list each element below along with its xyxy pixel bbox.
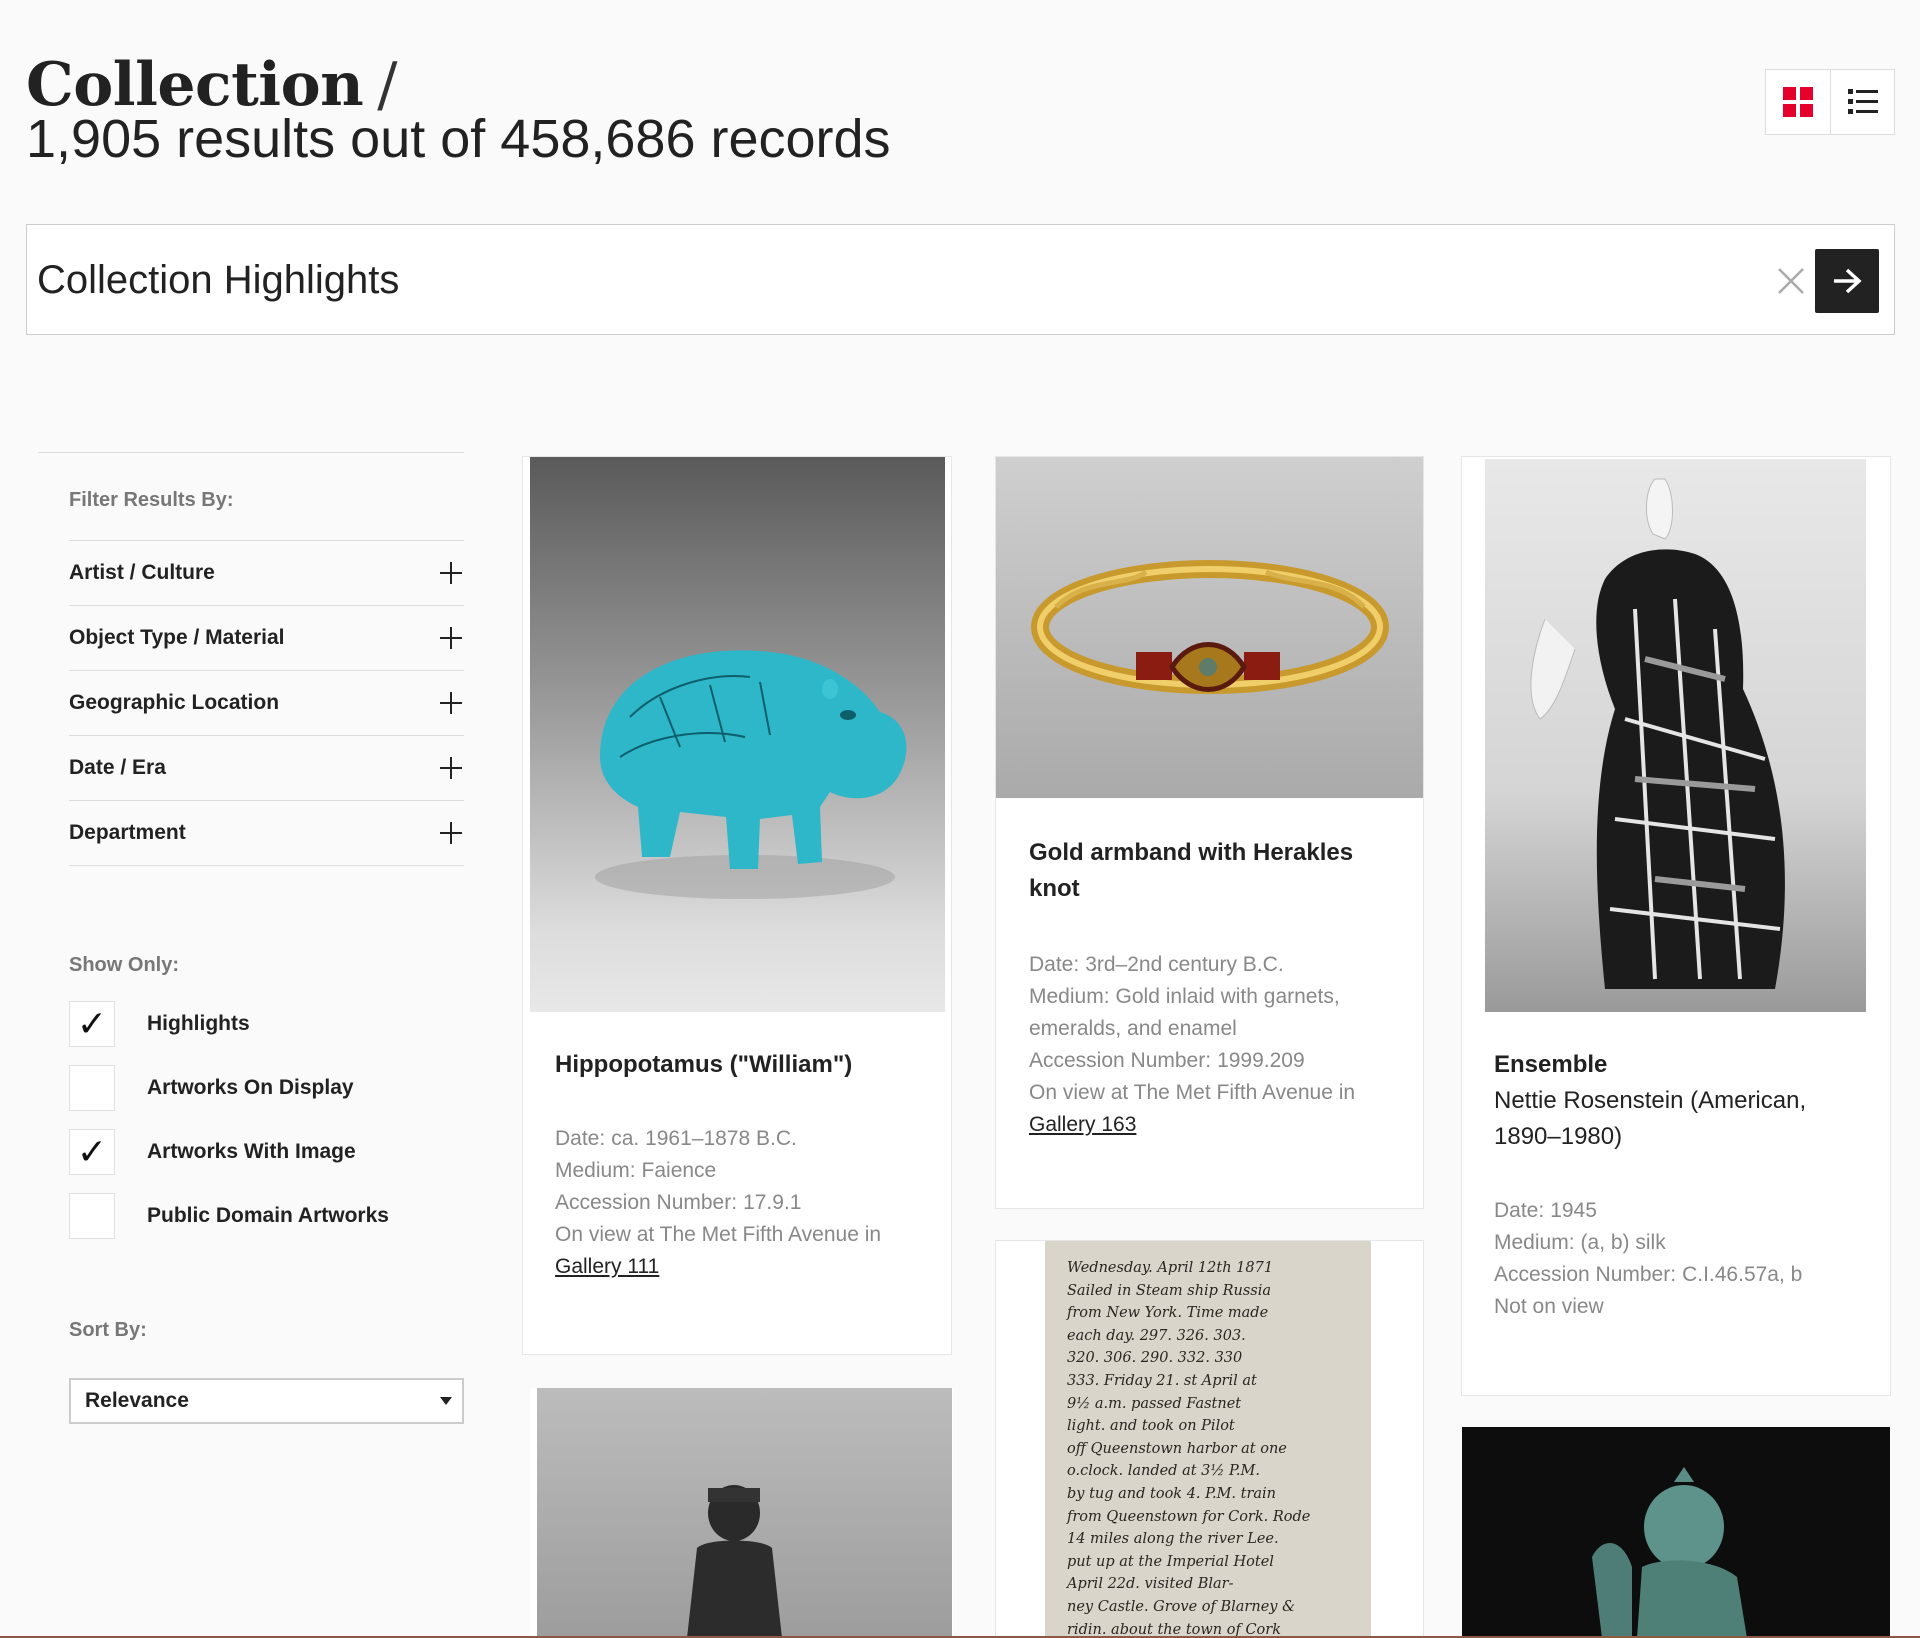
grid-view-button[interactable] [1766,70,1830,134]
clear-search-button[interactable] [1767,257,1815,305]
result-card[interactable] [530,1388,953,1638]
filter-artist-culture[interactable]: Artist / Culture [69,541,464,606]
plus-icon [440,757,462,779]
filter-list: Artist / Culture Object Type / Material … [69,540,464,866]
option-on-display: Artworks On Display [69,1065,464,1111]
filter-geographic-location[interactable]: Geographic Location [69,671,464,736]
highlights-checkbox[interactable]: ✓ [69,1001,115,1047]
check-label[interactable]: Highlights [147,1012,250,1036]
artwork-image[interactable] [1462,1427,1890,1638]
meta-accession: Accession Number: 1999.209 [1029,1049,1305,1072]
public-domain-checkbox[interactable] [69,1193,115,1239]
artwork-image[interactable] [996,457,1423,798]
filter-label: Department [69,821,186,844]
close-icon [1778,268,1804,294]
on-display-checkbox[interactable] [69,1065,115,1111]
filter-object-type[interactable]: Object Type / Material [69,606,464,671]
search-submit-button[interactable] [1815,249,1879,313]
search-box [26,224,1895,335]
filter-sidebar: Filter Results By: Artist / Culture Obje… [38,452,464,1424]
option-with-image: ✓ Artworks With Image [69,1129,464,1175]
meta-date: Date: 3rd–2nd century B.C. [1029,953,1284,976]
result-card[interactable]: Gold armband with Herakles knot Date: 3rd… [995,456,1424,1209]
show-only-heading: Show Only: [69,954,179,976]
sort-heading: Sort By: [69,1319,147,1341]
artwork-title[interactable]: Hippopotamus ("William") [555,1047,925,1083]
search-input[interactable] [37,245,1737,315]
arrow-right-icon [1834,268,1862,294]
meta-accession: Accession Number: C.I.46.57a, b [1494,1263,1803,1286]
filter-label: Object Type / Material [69,626,285,649]
artwork-title[interactable]: Ensemble [1494,1047,1869,1083]
artwork-title[interactable]: Gold armband with Herakles knot [1029,835,1399,907]
meta-accession: Accession Number: 17.9.1 [555,1191,802,1214]
list-view-button[interactable] [1830,70,1894,134]
artwork-image[interactable] [1485,459,1866,1012]
show-only-list: ✓ Highlights Artworks On Display ✓ Artwork… [69,1001,464,1239]
meta-date: Date: 1945 [1494,1199,1597,1222]
meta-on-view: On view at The Met Fifth Avenue in [1029,1081,1356,1104]
option-highlights: ✓ Highlights [69,1001,464,1047]
meta-medium: Medium: (a, b) silk [1494,1231,1666,1254]
divider [38,452,464,453]
artwork-image[interactable] [530,457,945,1012]
filter-date-era[interactable]: Date / Era [69,736,464,801]
sort-select[interactable]: Relevance [69,1378,464,1424]
meta-on-view: On view at The Met Fifth Avenue in [555,1223,882,1246]
result-count: 1,905 results out of 458,686 records [26,109,891,169]
gallery-link[interactable]: Gallery 163 [1029,1113,1136,1136]
filter-label: Geographic Location [69,691,280,714]
artwork-image[interactable] [537,1388,952,1638]
plus-icon [440,692,462,714]
meta-on-view: Not on view [1494,1295,1604,1318]
option-public-domain: Public Domain Artworks [69,1193,464,1239]
manuscript-text: Wednesday. April 12th 1871 Sailed in Stea… [1067,1260,1311,1638]
meta-medium: Medium: Faience [555,1159,717,1182]
check-label[interactable]: Artworks On Display [147,1076,354,1100]
filter-heading: Filter Results By: [69,489,234,511]
plus-icon [440,822,462,844]
view-toggle [1765,69,1895,135]
list-icon [1847,89,1878,114]
result-card[interactable] [1462,1427,1890,1638]
sort-value: Relevance [85,1389,189,1412]
filter-label: Date / Era [69,756,166,779]
check-label[interactable]: Public Domain Artworks [147,1204,389,1228]
grid-icon [1783,87,1813,117]
result-card[interactable]: Ensemble Nettie Rosenstein (American, 18… [1461,456,1891,1396]
filter-department[interactable]: Department [69,801,464,866]
artwork-image[interactable]: Wednesday. April 12th 1871 Sailed in Stea… [1045,1241,1371,1638]
result-card[interactable]: Hippopotamus ("William") Date: ca. 1961–1… [522,456,952,1355]
gallery-link[interactable]: Gallery 111 [555,1255,659,1278]
meta-date: Date: ca. 1961–1878 B.C. [555,1127,797,1150]
check-label[interactable]: Artworks With Image [147,1140,356,1164]
artwork-artist: Nettie Rosenstein (American, 1890–1980) [1494,1087,1807,1150]
plus-icon [440,562,462,584]
filter-label: Artist / Culture [69,561,215,584]
caret-down-icon [440,1397,452,1405]
with-image-checkbox[interactable]: ✓ [69,1129,115,1175]
plus-icon [440,627,462,649]
result-card[interactable]: Wednesday. April 12th 1871 Sailed in Stea… [995,1240,1424,1638]
meta-medium: Medium: Gold inlaid with garnets, emerald… [1029,985,1340,1040]
